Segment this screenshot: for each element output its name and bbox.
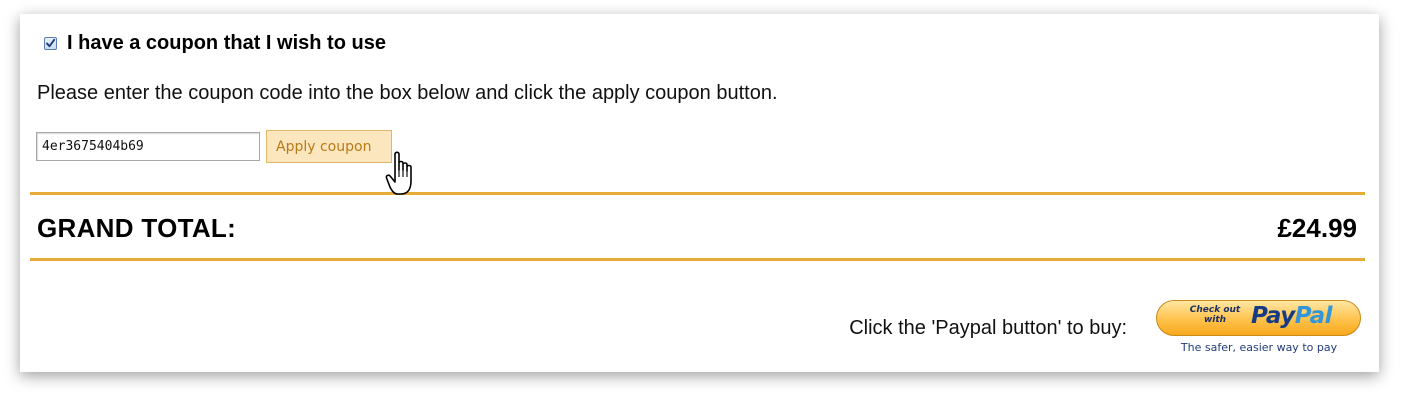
grand-total-value: £24.99 [1277, 213, 1357, 243]
checkmark-icon [46, 38, 56, 47]
paypal-logo-pal: Pal [1294, 303, 1333, 329]
paypal-tagline: The safer, easier way to pay [1180, 341, 1338, 354]
coupon-instructions: Please enter the coupon code into the bo… [37, 82, 778, 104]
divider-bottom [30, 258, 1365, 261]
grand-total-label: GRAND TOTAL: [37, 213, 237, 243]
paypal-checkout-caption: Check out with [1179, 305, 1251, 325]
coupon-checkbox[interactable] [44, 36, 57, 50]
coupon-toggle-row: I have a coupon that I wish to use [44, 31, 386, 55]
checkout-panel: I have a coupon that I wish to use Pleas… [20, 14, 1379, 372]
paypal-check-out-text: Check out [1189, 305, 1241, 315]
paypal-instruction: Click the 'Paypal button' to buy: [849, 317, 1127, 339]
paypal-checkout-button[interactable]: Check out with PayPal The safer, easier … [1155, 300, 1363, 358]
coupon-checkbox-label[interactable]: I have a coupon that I wish to use [67, 32, 386, 55]
paypal-logo: PayPal [1251, 303, 1333, 329]
paypal-logo-pay: Pay [1251, 303, 1295, 329]
paypal-with-text: with [1203, 315, 1227, 325]
apply-coupon-button[interactable]: Apply coupon [266, 130, 392, 163]
coupon-code-input[interactable] [36, 132, 260, 161]
hand-pointer-cursor-icon [385, 151, 412, 195]
divider-top [30, 192, 1365, 195]
